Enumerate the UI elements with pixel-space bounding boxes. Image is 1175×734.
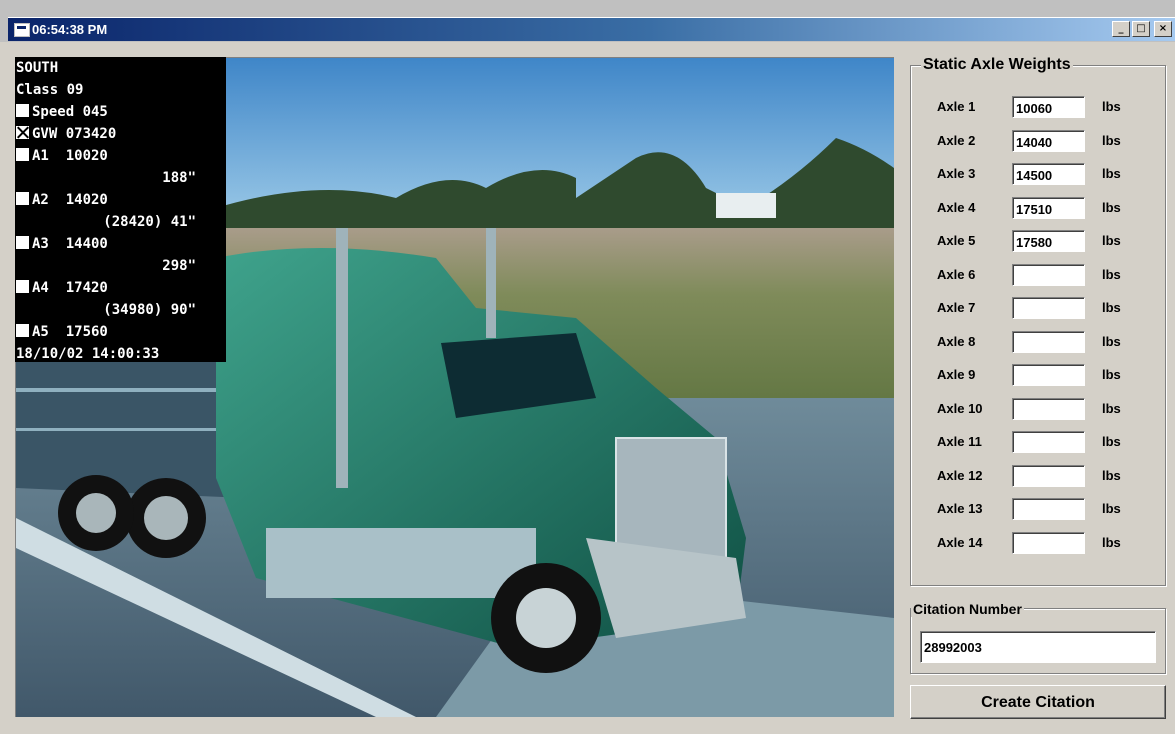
axle-label: Axle 3 (937, 166, 976, 181)
axle-label: Axle 9 (937, 367, 976, 382)
axle-weight-input[interactable] (1012, 297, 1085, 319)
gvw-row: GVW 073420 (16, 123, 226, 145)
axle-label: Axle 2 (937, 132, 976, 148)
window-title: 06:54:38 PM (32, 22, 108, 37)
close-button[interactable]: × (1154, 21, 1172, 37)
gvw-checkbox[interactable] (16, 126, 29, 139)
axle-label: Axle 7 (937, 300, 976, 315)
axle-unit-label: lbs (1102, 534, 1121, 550)
axle-weight-input[interactable]: 10060 (1012, 96, 1085, 118)
axle-row: Axle 4 17510 lbs (911, 196, 1151, 221)
a5-checkbox[interactable] (16, 324, 29, 337)
a1-spacing: 188" (162, 170, 196, 186)
axle-weight-input[interactable] (1012, 364, 1085, 386)
class-label: Class 09 (16, 82, 84, 98)
a4-spacing: (34980) 90" (103, 302, 196, 318)
axle-unit-label: lbs (1102, 166, 1121, 181)
axle-label: Axle 8 (937, 333, 976, 349)
axle-label: Axle 14 (937, 534, 983, 550)
axle-unit-label: lbs (1102, 266, 1121, 282)
axle-weight-input[interactable] (1012, 464, 1085, 487)
axle-unit-label: lbs (1102, 400, 1121, 416)
axle-weight-input[interactable] (1012, 330, 1085, 353)
axle-weight-input[interactable]: 14040 (1012, 129, 1085, 152)
axle-weight-input[interactable] (1012, 498, 1085, 520)
axle-row: Axle 6 lbs (911, 263, 1151, 288)
axle-unit-label: lbs (1102, 132, 1121, 148)
axle-weights-title: Static Axle Weights (921, 56, 1073, 74)
axle-weight-input[interactable] (1012, 431, 1085, 453)
axle-unit-label: lbs (1102, 467, 1121, 483)
a2-row: A2 14020 (16, 189, 226, 211)
axle-row: Axle 8 lbs (911, 330, 1151, 355)
maximize-button[interactable]: □ (1132, 21, 1150, 37)
app-icon[interactable] (14, 23, 30, 37)
citation-label: Citation Number (911, 601, 1024, 617)
axle-row: Axle 9 lbs (911, 364, 1151, 388)
axle-label: Axle 5 (937, 233, 976, 248)
minimize-button[interactable]: _ (1112, 21, 1130, 37)
a3-spacing: 298" (162, 258, 196, 274)
wim-data-overlay: SOUTH Class 09 Speed 045 GVW 073420 A1 1… (15, 57, 226, 362)
axle-row: Axle 2 14040 lbs (911, 129, 1151, 154)
window-controls: _ □ × (1110, 21, 1172, 37)
axle-row: Axle 1 10060 lbs (911, 96, 1151, 120)
axle-weight-input[interactable] (1012, 397, 1085, 420)
direction-label: SOUTH (16, 60, 59, 76)
axle-row: Axle 12 lbs (911, 464, 1151, 489)
overlay-timestamp: 18/10/02 14:00:33 (16, 346, 160, 362)
axle-weight-input[interactable] (1012, 531, 1085, 554)
axle-row: Axle 10 lbs (911, 397, 1151, 422)
a2-checkbox[interactable] (16, 192, 29, 205)
axle-row: Axle 13 lbs (911, 498, 1151, 522)
citation-number-input[interactable]: 28992003 (920, 631, 1156, 663)
speed-checkbox[interactable] (16, 104, 29, 117)
a1-checkbox[interactable] (16, 148, 29, 161)
a4-row: A4 17420 (16, 277, 226, 299)
axle-unit-label: lbs (1102, 233, 1121, 248)
axle-weight-input[interactable]: 17510 (1012, 196, 1085, 219)
a1-row: A1 10020 (16, 145, 226, 167)
axle-weight-input[interactable]: 17580 (1012, 230, 1085, 252)
axle-unit-label: lbs (1102, 99, 1121, 114)
title-bar[interactable]: 06:54:38 PM _ □ × (8, 17, 1175, 41)
axle-unit-label: lbs (1102, 300, 1121, 315)
axle-unit-label: lbs (1102, 434, 1121, 449)
a3-checkbox[interactable] (16, 236, 29, 249)
a3-row: A3 14400 (16, 233, 226, 255)
axle-label: Axle 6 (937, 266, 976, 282)
create-citation-button[interactable]: Create Citation (910, 685, 1166, 719)
axle-label: Axle 1 (937, 99, 976, 114)
axle-row: Axle 3 14500 lbs (911, 163, 1151, 187)
a2-spacing: (28420) 41" (103, 214, 196, 230)
axle-weight-input[interactable] (1012, 263, 1085, 286)
axle-unit-label: lbs (1102, 199, 1121, 215)
axle-label: Axle 11 (937, 434, 982, 449)
axle-label: Axle 12 (937, 467, 983, 483)
axle-unit-label: lbs (1102, 333, 1121, 349)
axle-label: Axle 4 (937, 199, 976, 215)
axle-weight-input[interactable]: 14500 (1012, 163, 1085, 185)
axle-unit-label: lbs (1102, 501, 1121, 516)
axle-label: Axle 10 (937, 400, 983, 416)
axle-weights-group: Static Axle Weights Axle 1 10060 lbs Axle 2… (910, 56, 1166, 586)
axle-row: Axle 7 lbs (911, 297, 1151, 321)
a5-row: A5 17560 (16, 321, 226, 343)
axle-row: Axle 11 lbs (911, 431, 1151, 455)
axle-row: Axle 14 lbs (911, 531, 1151, 556)
speed-row: Speed 045 (16, 101, 226, 123)
axle-unit-label: lbs (1102, 367, 1121, 382)
a4-checkbox[interactable] (16, 280, 29, 293)
window-frame: 06:54:38 PM _ □ × (0, 0, 1175, 42)
axle-row: Axle 5 17580 lbs (911, 230, 1151, 254)
axle-label: Axle 13 (937, 501, 983, 516)
